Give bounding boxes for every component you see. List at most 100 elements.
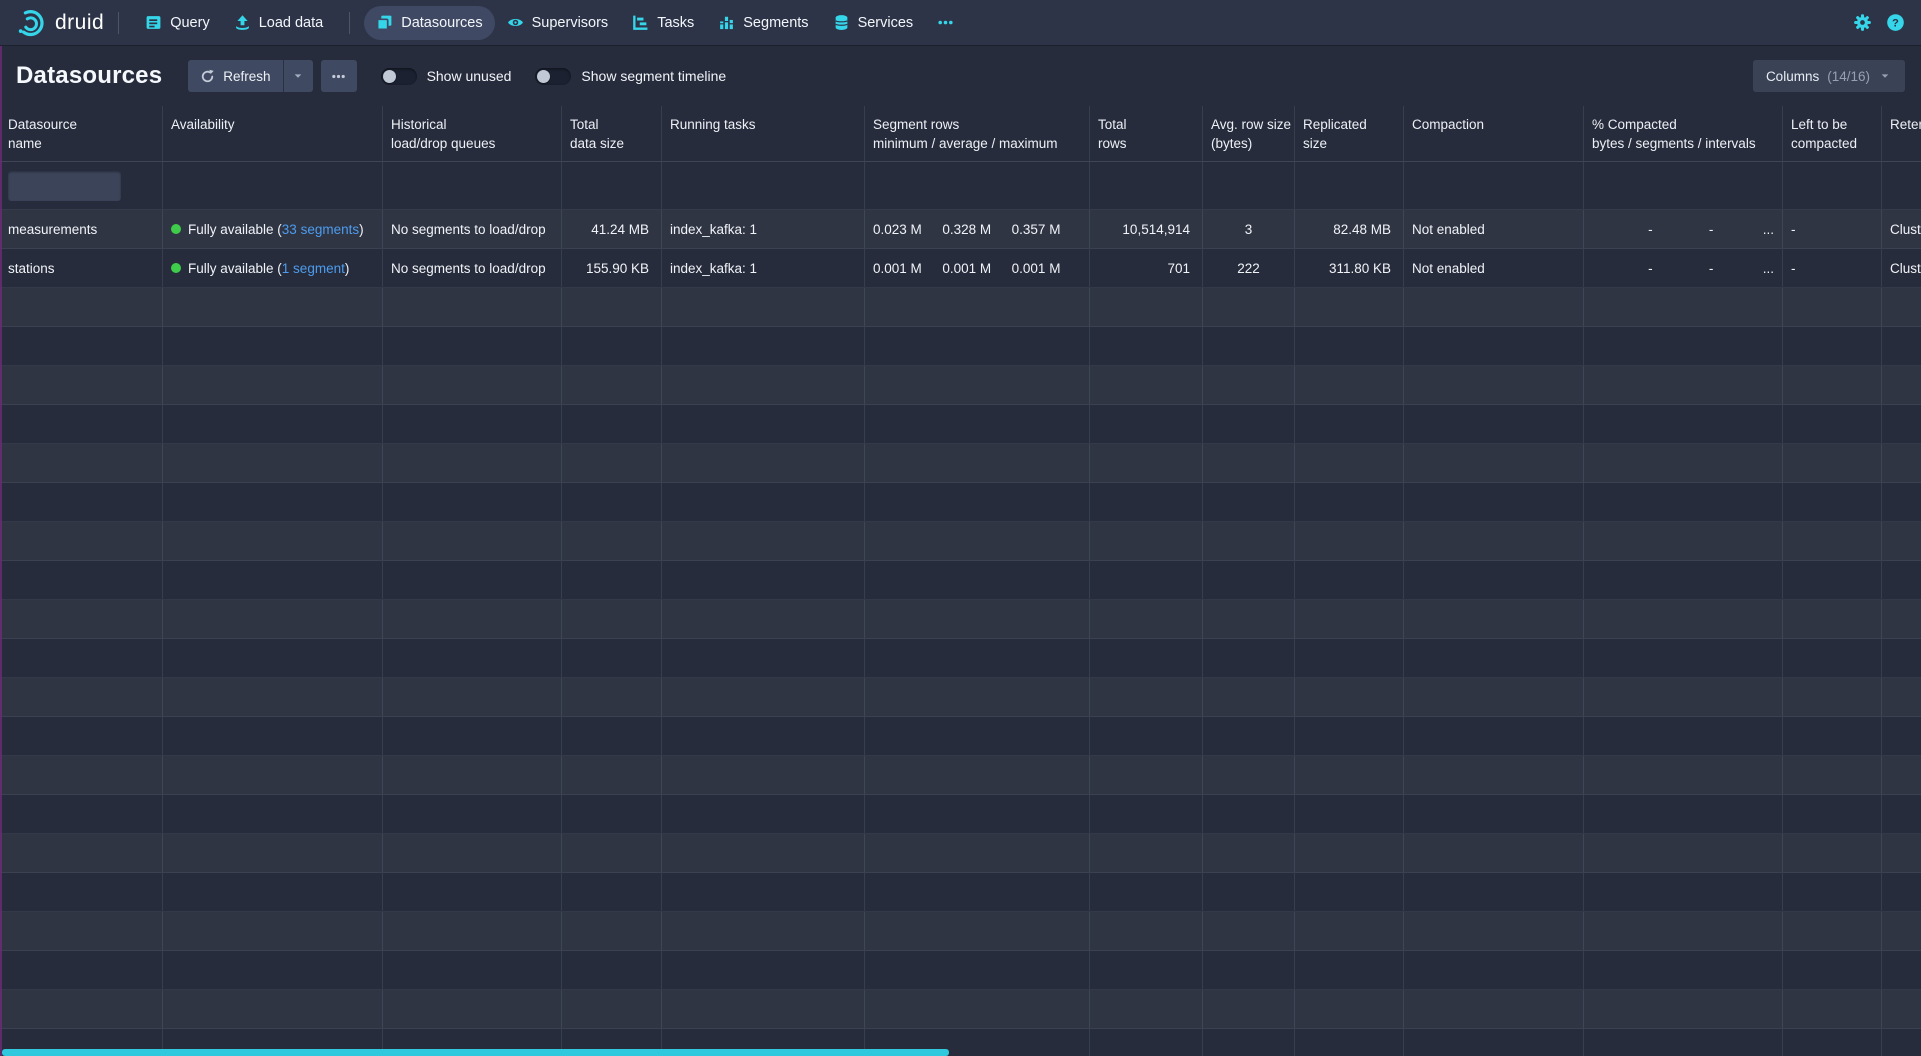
column-header-total-rows[interactable]: Totalrows [1090,106,1203,161]
empty-cell [1882,873,1921,911]
datasource-filter-input[interactable] [8,171,121,201]
empty-cell [1404,951,1584,989]
column-header-running-tasks[interactable]: Running tasks [662,106,865,161]
services-icon [833,14,850,31]
empty-cell [383,639,562,677]
empty-cell [1203,327,1295,365]
horizontal-scrollbar-thumb[interactable] [2,1049,949,1056]
datasource-row-measurements[interactable]: measurementsFully available (33 segments… [0,210,1921,249]
refresh-button[interactable]: Refresh [188,60,282,92]
column-header-availability[interactable]: Availability [163,106,383,161]
empty-cell [1882,1029,1921,1056]
empty-cell [1295,327,1404,365]
column-header-left-to-be-compacted[interactable]: Left to becompacted [1783,106,1882,161]
empty-cell [562,717,662,755]
empty-cell [383,600,562,638]
empty-cell [163,795,383,833]
druid-logo-icon [16,8,46,38]
empty-cell [1090,756,1203,794]
help-icon[interactable]: ? [1886,13,1905,32]
column-header-datasource-name[interactable]: Datasourcename [0,106,163,161]
column-header-segment-rows-minimum-average-maximum[interactable]: Segment rowsminimum / average / maximum [865,106,1090,161]
empty-cell [1783,756,1882,794]
toggle-switch [535,68,571,85]
empty-cell [865,795,1090,833]
empty-cell [562,327,662,365]
column-header-historical-load-drop-queues[interactable]: Historicalload/drop queues [383,106,562,161]
empty-cell [1295,405,1404,443]
empty-cell [383,483,562,521]
druid-logo[interactable]: druid [16,8,104,38]
column-header-compacted-bytes-segments-intervals[interactable]: % Compactedbytes / segments / intervals [1584,106,1783,161]
empty-cell [1203,912,1295,950]
nav-item-services[interactable]: Services [821,6,926,40]
empty-cell [1404,327,1584,365]
empty-cell [1783,717,1882,755]
column-header-retention[interactable]: Retention [1882,106,1921,161]
datasource-row-stations[interactable]: stationsFully available (1 segment)No se… [0,249,1921,288]
empty-cell [1404,717,1584,755]
column-header-total-data-size[interactable]: Totaldata size [562,106,662,161]
empty-cell [1295,483,1404,521]
empty-table-row [0,483,1921,522]
cell-segment_rows-value: 0.023 M [873,222,942,237]
empty-cell [865,327,1090,365]
empty-cell [163,405,383,443]
empty-cell [1584,912,1783,950]
empty-cell [163,678,383,716]
empty-cell [1295,639,1404,677]
empty-cell [865,912,1090,950]
empty-cell [1404,912,1584,950]
toggle-label: Show unused [427,68,512,84]
nav-item-tasks[interactable]: Tasks [620,6,706,40]
segments-link[interactable]: 33 segments [282,222,359,237]
filter-cell-left_to_compact [1783,162,1882,209]
cell-total_rows: 701 [1090,249,1203,287]
empty-cell [383,444,562,482]
table-header-row: DatasourcenameAvailabilityHistoricalload… [0,106,1921,162]
empty-cell [1090,561,1203,599]
empty-cell [1295,990,1404,1028]
empty-cell [1584,444,1783,482]
segments-link[interactable]: 1 segment [282,261,345,276]
empty-cell [1783,795,1882,833]
nav-item-datasources[interactable]: Datasources [364,6,494,40]
column-header-compaction[interactable]: Compaction [1404,106,1584,161]
empty-cell [562,756,662,794]
empty-cell [0,795,163,833]
column-header-line1: Left to be [1791,115,1873,134]
nav-item-query[interactable]: Query [133,6,222,40]
empty-cell [1203,873,1295,911]
more-actions-button[interactable] [321,60,357,92]
column-header-line1: Replicated [1303,115,1395,134]
empty-cell [0,327,163,365]
column-header-avg-row-size-bytes[interactable]: Avg. row size(bytes) [1203,106,1295,161]
empty-table-row [0,951,1921,990]
nav-item-supervisors[interactable]: Supervisors [495,6,621,40]
settings-icon[interactable] [1853,13,1872,32]
toggle-show-unused[interactable]: Show unused [381,68,512,85]
empty-cell [0,756,163,794]
nav-item-segments[interactable]: Segments [706,6,820,40]
availability-status-dot [171,263,181,273]
column-header-replicated-size[interactable]: Replicatedsize [1295,106,1404,161]
nav-item-load-data[interactable]: Load data [222,6,336,40]
refresh-interval-dropdown-button[interactable] [283,60,313,92]
segments-icon [718,14,735,31]
chevron-down-icon [1878,69,1892,83]
cell-pct_compacted-value: ... [1713,261,1774,276]
columns-button[interactable]: Columns (14/16) [1753,60,1905,92]
empty-cell [1783,678,1882,716]
cell-compaction: Not enabled [1404,210,1584,248]
empty-cell [1584,873,1783,911]
empty-cell [1783,951,1882,989]
nav-more-button[interactable] [925,6,966,40]
cell-pct_compacted-value: - [1592,222,1653,237]
empty-cell [1295,444,1404,482]
empty-cell [1783,990,1882,1028]
view-toolbar: Datasources Refresh Show unusedShow segm… [0,46,1921,106]
empty-cell [562,951,662,989]
empty-cell [163,522,383,560]
toggle-show-segment-timeline[interactable]: Show segment timeline [535,68,726,85]
empty-cell [0,678,163,716]
